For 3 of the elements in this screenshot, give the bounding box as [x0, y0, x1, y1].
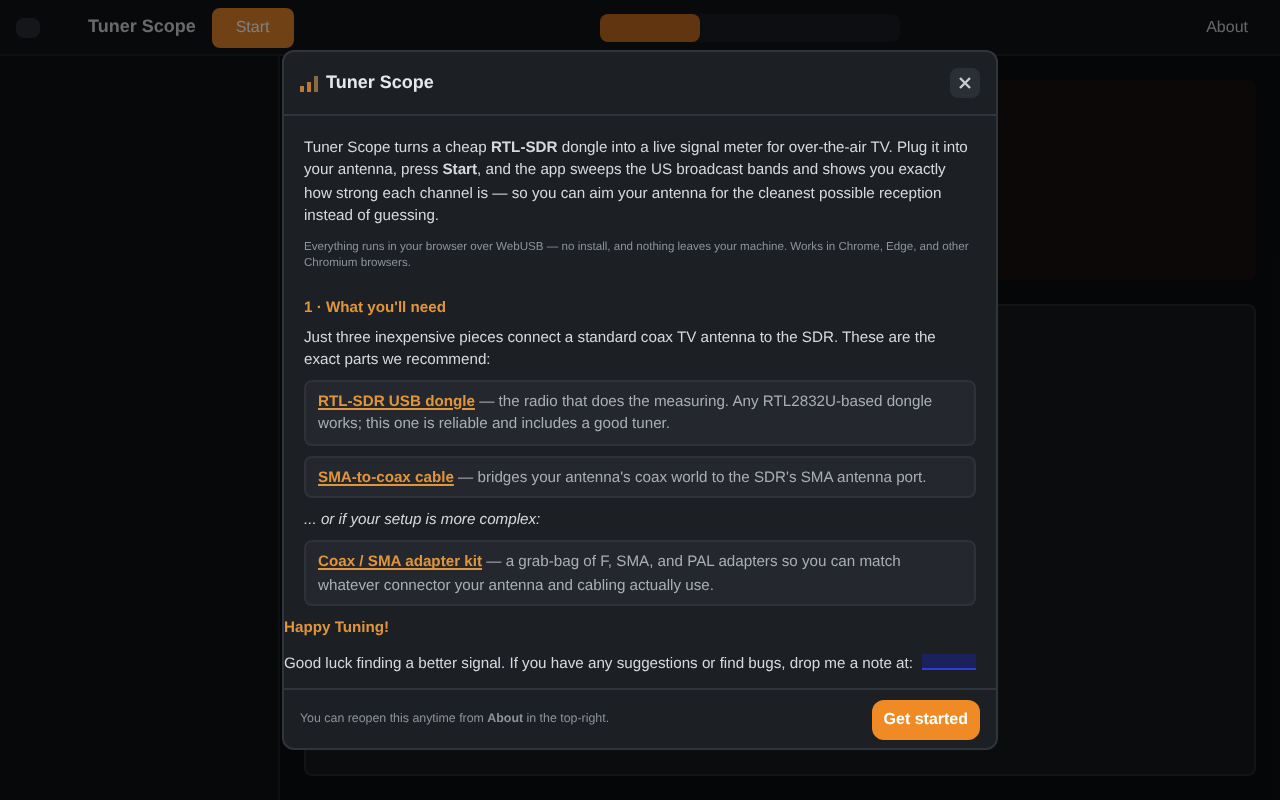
dialog-title: Tuner Scope — [326, 69, 434, 96]
about-link[interactable]: About — [1206, 15, 1248, 39]
app-title: Tuner Scope — [88, 13, 196, 40]
